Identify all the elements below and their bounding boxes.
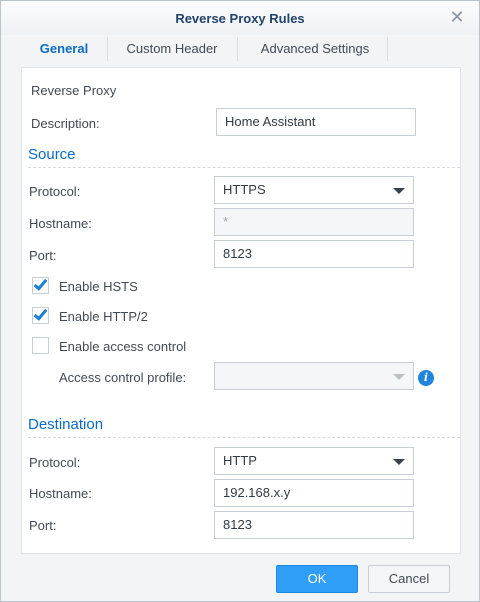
enable-hsts-label: Enable HSTS — [59, 279, 138, 294]
source-divider — [28, 167, 460, 168]
destination-divider — [28, 437, 460, 438]
tab-general[interactable]: General — [27, 35, 101, 67]
dialog-title: Reverse Proxy Rules — [175, 11, 305, 26]
chevron-down-icon — [393, 459, 405, 465]
tab-advanced-settings[interactable]: Advanced Settings — [243, 35, 387, 67]
enable-http2-checkbox[interactable] — [32, 306, 49, 324]
destination-port-input[interactable]: 8123 — [214, 511, 414, 539]
reverse-proxy-dialog: Reverse Proxy Rules ✕ General Custom Hea… — [0, 0, 480, 602]
source-protocol-value: HTTPS — [223, 182, 266, 197]
description-input[interactable]: Home Assistant — [216, 108, 416, 136]
destination-hostname-label: Hostname: — [29, 486, 92, 501]
tab-bar: General Custom Header Advanced Settings — [21, 35, 441, 67]
description-label: Description: — [31, 116, 100, 131]
tab-custom-header[interactable]: Custom Header — [113, 35, 231, 67]
destination-protocol-select[interactable]: HTTP — [214, 447, 414, 475]
tab-divider — [107, 37, 108, 61]
info-icon[interactable]: i — [418, 370, 434, 386]
tab-divider — [237, 37, 238, 61]
close-icon[interactable]: ✕ — [449, 8, 465, 26]
chevron-down-icon — [393, 374, 405, 380]
access-control-profile-select[interactable] — [214, 362, 414, 390]
destination-heading: Destination — [28, 416, 104, 433]
enable-access-control-checkbox[interactable] — [32, 337, 49, 354]
ok-button[interactable]: OK — [276, 565, 358, 593]
destination-protocol-value: HTTP — [223, 453, 257, 468]
reverse-proxy-group-label: Reverse Proxy — [31, 83, 117, 98]
checkmark-icon — [33, 276, 48, 291]
source-hostname-label: Hostname: — [29, 216, 92, 231]
enable-http2-label: Enable HTTP/2 — [59, 309, 148, 324]
chevron-down-icon — [393, 188, 405, 194]
destination-hostname-input[interactable]: 192.168.x.y — [214, 479, 414, 507]
general-panel: Reverse Proxy Description: Home Assistan… — [21, 67, 461, 554]
access-control-profile-label: Access control profile: — [59, 370, 187, 385]
source-port-input[interactable]: 8123 — [214, 240, 414, 268]
destination-protocol-label: Protocol: — [29, 455, 81, 470]
source-hostname-input[interactable]: * — [214, 208, 414, 236]
cancel-button[interactable]: Cancel — [368, 565, 450, 593]
tab-divider — [387, 37, 388, 61]
title-bar: Reverse Proxy Rules ✕ — [1, 1, 479, 35]
destination-port-label: Port: — [29, 518, 57, 533]
source-protocol-select[interactable]: HTTPS — [214, 176, 414, 204]
enable-access-control-label: Enable access control — [59, 339, 187, 354]
source-port-label: Port: — [29, 248, 57, 263]
source-heading: Source — [28, 146, 76, 163]
enable-hsts-checkbox[interactable] — [32, 276, 49, 294]
source-protocol-label: Protocol: — [29, 184, 81, 199]
checkmark-icon — [33, 306, 48, 321]
